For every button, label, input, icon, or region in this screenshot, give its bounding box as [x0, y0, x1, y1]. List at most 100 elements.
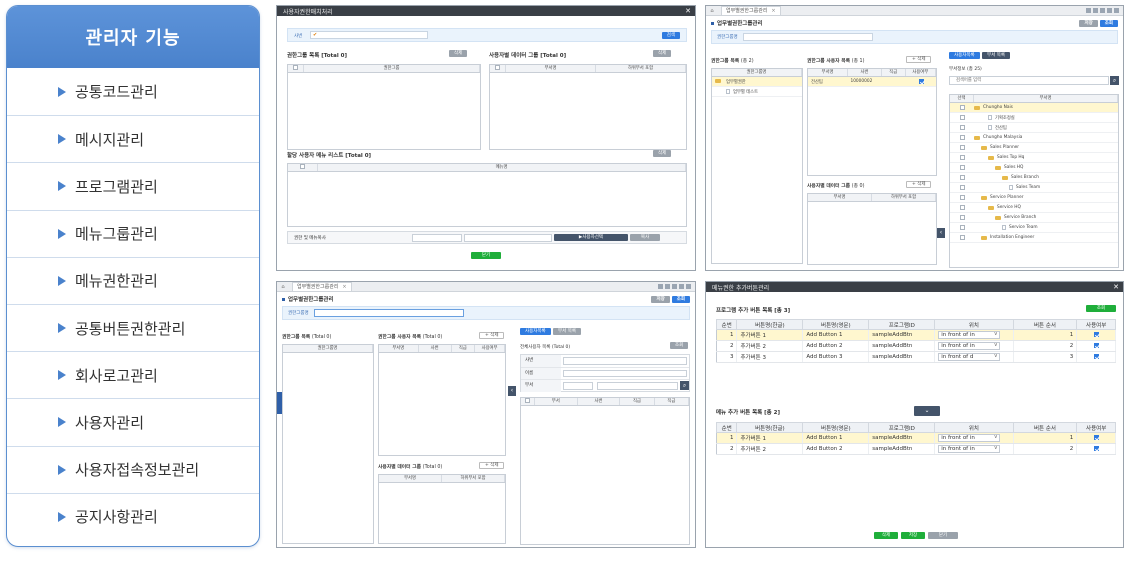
- table-row[interactable]: 전산팀 10000002: [808, 77, 936, 87]
- tab-work-permission[interactable]: 업무별권한그룹관리 ×: [292, 282, 352, 291]
- admin-menu-item[interactable]: 프로그램관리: [7, 162, 259, 209]
- dept-checkbox[interactable]: [959, 154, 965, 160]
- dept-checkbox[interactable]: [959, 124, 965, 130]
- select-all-checkbox[interactable]: [495, 65, 500, 70]
- dept-tree-row[interactable]: Service Team: [950, 223, 1118, 233]
- dept-tree-row[interactable]: 전산팀: [950, 123, 1118, 133]
- search-button[interactable]: 조회: [1099, 19, 1118, 27]
- tab-dept-list[interactable]: 부서 목록: [982, 52, 1010, 59]
- home-icon[interactable]: ⌂: [706, 8, 718, 14]
- position-select[interactable]: in front of in: [938, 445, 1001, 453]
- home-icon[interactable]: ⌂: [277, 284, 289, 290]
- select-all-checkbox[interactable]: [300, 164, 305, 169]
- use-checkbox[interactable]: [1093, 343, 1099, 348]
- admin-menu-item[interactable]: 공지사항관리: [7, 492, 259, 540]
- dept-tree-row[interactable]: Service Planner: [950, 193, 1118, 203]
- dept-tree-row[interactable]: Service Branch: [950, 213, 1118, 223]
- dept-checkbox[interactable]: [959, 184, 965, 190]
- position-select[interactable]: in front of d: [938, 353, 1001, 361]
- position-select[interactable]: in front of in: [938, 342, 1001, 350]
- dept-tree-row[interactable]: Chungho Nais: [950, 103, 1118, 113]
- copy-button[interactable]: 복사: [630, 234, 660, 241]
- dept-checkbox[interactable]: [959, 164, 965, 170]
- close-button[interactable]: 닫기: [928, 532, 958, 539]
- dept-tree-row[interactable]: Sales Branch: [950, 173, 1118, 183]
- user-data-delete-button[interactable]: 삭제: [653, 50, 672, 57]
- dept-search-input[interactable]: 검색어를 입력: [949, 76, 1109, 85]
- select-all-checkbox[interactable]: [525, 398, 530, 403]
- close-icon[interactable]: ✕: [685, 7, 695, 15]
- chevron-down-icon[interactable]: ⌄: [914, 406, 940, 416]
- table-row[interactable]: 2 추가버튼 2 Add Button 2 sampleAddBtn in front …: [716, 443, 1116, 455]
- users-search-button[interactable]: 조회: [670, 342, 689, 349]
- dept-checkbox[interactable]: [959, 194, 965, 200]
- use-checkbox[interactable]: [1093, 435, 1099, 440]
- tab-user-list[interactable]: 사용자목록: [949, 52, 980, 59]
- delete-button[interactable]: 삭제: [874, 532, 898, 539]
- dept-tree-row[interactable]: Service HQ: [950, 203, 1118, 213]
- position-select[interactable]: in front of in: [938, 331, 1001, 339]
- admin-menu-item[interactable]: 공통코드관리: [7, 68, 259, 115]
- dept-checkbox[interactable]: [959, 204, 965, 210]
- position-select[interactable]: in front of in: [938, 434, 1001, 442]
- dept-code-input[interactable]: [563, 382, 593, 390]
- group-row[interactable]: 업무별 테스트: [712, 87, 802, 97]
- empno-input[interactable]: [563, 357, 687, 365]
- table-row[interactable]: 3 추가버튼 3 Add Button 3 sampleAddBtn in front …: [716, 351, 1116, 363]
- select-all-checkbox[interactable]: [293, 65, 298, 70]
- select-user-button[interactable]: ▶사용자선택: [554, 234, 628, 241]
- tab-user-list[interactable]: 사용자목록: [520, 328, 551, 335]
- use-checkbox[interactable]: [1093, 446, 1099, 451]
- table-row[interactable]: 1 추가버튼 1 Add Button 1 sampleAddBtn in front …: [716, 329, 1116, 341]
- collapse-left-handle[interactable]: [277, 392, 282, 414]
- users-delete-button[interactable]: + 삭제: [906, 56, 932, 63]
- close-icon[interactable]: ✕: [1113, 283, 1123, 291]
- save-button[interactable]: 저장: [1079, 19, 1098, 27]
- dept-tree-row[interactable]: Sales Top Hq: [950, 153, 1118, 163]
- group-name-input[interactable]: [313, 309, 464, 317]
- admin-menu-item[interactable]: 사용자접속정보관리: [7, 445, 259, 493]
- table-row[interactable]: 2 추가버튼 2 Add Button 2 sampleAddBtn in front …: [716, 340, 1116, 352]
- copy-target-input[interactable]: [464, 234, 552, 242]
- admin-menu-item[interactable]: 메뉴권한관리: [7, 256, 259, 304]
- dept-checkbox[interactable]: [959, 104, 965, 110]
- dept-tree-row[interactable]: 기획조정실: [950, 113, 1118, 123]
- data-delete-button[interactable]: + 삭제: [479, 462, 505, 469]
- dept-checkbox[interactable]: [959, 144, 965, 150]
- admin-menu-item[interactable]: 메뉴그룹관리: [7, 209, 259, 257]
- admin-menu-item[interactable]: 공통버튼권한관리: [7, 303, 259, 351]
- tab-close-icon[interactable]: ×: [342, 284, 346, 290]
- dept-tree-row[interactable]: Chungho Malaysia: [950, 133, 1118, 143]
- collapse-left-icon[interactable]: ‹: [937, 228, 945, 238]
- users-delete-button[interactable]: + 삭제: [479, 332, 505, 339]
- dept-name-input[interactable]: [597, 382, 678, 390]
- dept-tree-row[interactable]: Sales HQ: [950, 163, 1118, 173]
- use-checkbox[interactable]: [918, 78, 924, 84]
- dept-tree-row[interactable]: Sales Team: [950, 183, 1118, 193]
- dept-tree-row[interactable]: Installation Engineer: [950, 233, 1118, 243]
- assigned-delete-button[interactable]: 삭제: [653, 150, 672, 157]
- dept-tree-row[interactable]: Sales Planner: [950, 143, 1118, 153]
- group-delete-button[interactable]: 삭제: [449, 50, 468, 57]
- search-button[interactable]: 조회: [1086, 305, 1116, 312]
- dept-checkbox[interactable]: [959, 134, 965, 140]
- employee-search-input[interactable]: ✔: [310, 31, 428, 39]
- tab-dept-list[interactable]: 부서 목록: [553, 328, 581, 335]
- search-icon[interactable]: ⌕: [1110, 76, 1119, 85]
- group-row[interactable]: 업무별권한: [712, 77, 802, 87]
- save-button[interactable]: 저장: [901, 532, 925, 539]
- group-name-input[interactable]: [742, 33, 873, 41]
- close-button[interactable]: 닫기: [471, 252, 501, 259]
- search-button[interactable]: 검색: [661, 32, 680, 39]
- name-input[interactable]: [563, 369, 687, 377]
- tab-close-icon[interactable]: ×: [771, 8, 775, 14]
- dept-checkbox[interactable]: [959, 214, 965, 220]
- dept-checkbox[interactable]: [959, 114, 965, 120]
- use-checkbox[interactable]: [1093, 354, 1099, 359]
- dept-checkbox[interactable]: [959, 234, 965, 240]
- collapse-left-icon[interactable]: ‹: [508, 386, 516, 396]
- save-button[interactable]: 저장: [651, 295, 670, 303]
- admin-menu-item[interactable]: 메시지관리: [7, 115, 259, 162]
- copy-source-input[interactable]: [412, 234, 462, 242]
- data-delete-button[interactable]: + 삭제: [906, 181, 932, 188]
